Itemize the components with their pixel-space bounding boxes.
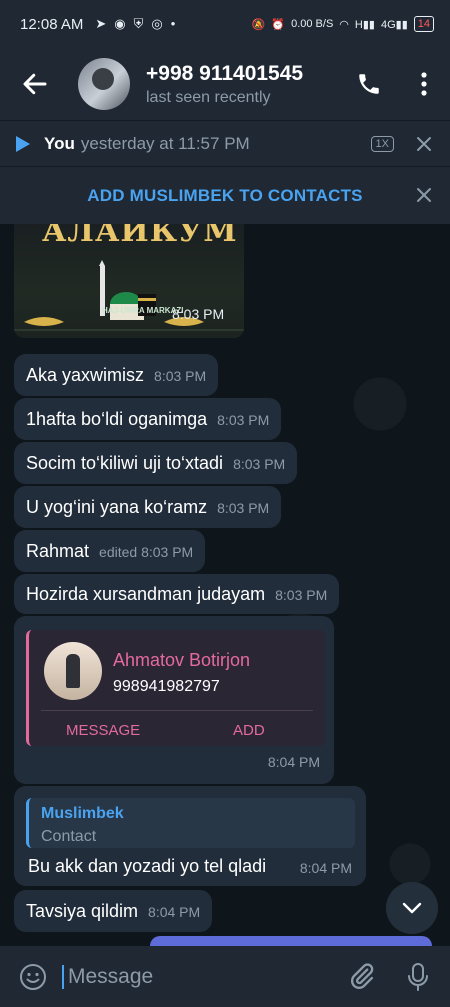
audio-time: yesterday at 11:57 PM bbox=[80, 134, 250, 153]
chat-title-block[interactable]: +998 911401545 last seen recently bbox=[146, 62, 303, 107]
audio-player-bar[interactable]: You yesterday at 11:57 PM 1X bbox=[0, 120, 450, 167]
message-time: 8:03 PM bbox=[154, 368, 207, 384]
message-text: U yog‘ini yana ko‘ramz bbox=[26, 497, 208, 517]
quoted-text: Contact bbox=[41, 828, 97, 845]
message-time: 8:03 PM bbox=[233, 456, 286, 472]
microphone-icon[interactable] bbox=[406, 962, 430, 992]
battery-indicator: 14 bbox=[413, 16, 434, 32]
message-input[interactable]: Message bbox=[62, 964, 153, 989]
message-bubble[interactable]: Tavsiya qildim 8:04 PM bbox=[14, 890, 213, 932]
shield-icon: ⛨ bbox=[133, 16, 144, 31]
chat-header: +998 911401545 last seen recently bbox=[0, 48, 450, 120]
message-text: Aka yaxwimisz bbox=[26, 365, 145, 385]
phone-call-icon[interactable] bbox=[356, 71, 382, 97]
wifi-icon: ◠ bbox=[339, 18, 349, 31]
alarm-icon: ⏰ bbox=[271, 18, 286, 31]
net-speed: 0.00 B/S bbox=[291, 18, 334, 30]
signal-4g-icon: 4G▮▮ bbox=[380, 18, 408, 31]
message-time: 8:04 PM bbox=[267, 754, 320, 770]
add-to-contacts-bar: ADD MUSLIMBEK TO CONTACTS bbox=[0, 166, 450, 225]
shared-contact-card[interactable]: Ahmatov Botirjon 998941982797 MESSAGE AD… bbox=[26, 630, 325, 746]
quoted-message[interactable]: Muslimbek Contact bbox=[26, 798, 355, 848]
message-bubble[interactable]: Hozirda xursandman judayam 8:03 PM bbox=[14, 574, 340, 614]
status-time: 12:08 AM bbox=[20, 15, 84, 33]
instagram-icon: ◎ bbox=[151, 16, 163, 31]
notification-icons: ➤ ◉ ⛨ ◎ • bbox=[95, 16, 175, 32]
shared-contact-avatar bbox=[44, 642, 102, 700]
shared-contact-message[interactable]: Ahmatov Botirjon 998941982797 MESSAGE AD… bbox=[14, 616, 334, 784]
message-text: Rahmat bbox=[26, 541, 90, 561]
attach-paperclip-icon[interactable] bbox=[348, 962, 376, 990]
mosque-illustration bbox=[14, 260, 244, 331]
back-arrow-icon[interactable] bbox=[20, 69, 50, 99]
status-bar: 12:08 AM ➤ ◉ ⛨ ◎ • 🔕 ⏰ 0.00 B/S ◠ H▮▮ 4G… bbox=[0, 0, 450, 48]
scroll-to-bottom-button[interactable] bbox=[386, 882, 438, 934]
last-seen-status: last seen recently bbox=[146, 88, 271, 106]
add-contact-button[interactable]: ADD bbox=[233, 722, 265, 739]
image-message[interactable]: АЛАЙКУМ HAJ-UMRA MARKAZI 8:03 PM bbox=[14, 224, 244, 338]
shared-contact-name: Ahmatov Botirjon bbox=[113, 650, 251, 670]
shared-contact-phone: 998941982797 bbox=[113, 678, 220, 695]
divider bbox=[41, 710, 313, 711]
message-contact-button[interactable]: MESSAGE bbox=[66, 722, 140, 739]
message-bubble[interactable]: Socim to‘kiliwi uji to‘xtadi 8:03 PM bbox=[14, 442, 298, 484]
signal-icon: H▮▮ bbox=[354, 18, 375, 31]
audio-author: You bbox=[44, 134, 75, 153]
message-bubble[interactable]: U yog‘ini yana ko‘ramz 8:03 PM bbox=[14, 486, 282, 528]
message-time: 8:03 PM bbox=[275, 587, 328, 603]
message-bubble[interactable]: Aka yaxwimisz 8:03 PM bbox=[14, 354, 219, 396]
message-time: 8:04 PM bbox=[299, 860, 352, 876]
reply-message[interactable]: Muslimbek Contact Bu akk dan yozadi yo t… bbox=[14, 786, 366, 886]
message-time: 8:03 PM bbox=[172, 306, 225, 322]
contact-avatar[interactable] bbox=[78, 58, 130, 110]
more-options-icon[interactable] bbox=[420, 71, 428, 97]
message-time: 8:03 PM bbox=[217, 412, 270, 428]
message-bubble[interactable]: 1hafta bo‘ldi oganimga 8:03 PM bbox=[14, 398, 282, 440]
quoted-author: Muslimbek bbox=[41, 805, 124, 822]
message-text: Hozirda xursandman judayam bbox=[26, 584, 266, 604]
dot-icon: • bbox=[170, 16, 176, 31]
close-audio-icon[interactable] bbox=[416, 136, 432, 152]
play-icon[interactable] bbox=[16, 136, 30, 152]
message-text: Bu akk dan yozadi yo tel qladi bbox=[28, 856, 267, 876]
add-to-contacts-button[interactable]: ADD MUSLIMBEK TO CONTACTS bbox=[87, 186, 362, 206]
telegram-icon: ➤ bbox=[95, 16, 107, 31]
playback-speed-button[interactable]: 1X bbox=[370, 136, 394, 152]
message-time: 8:04 PM bbox=[148, 904, 201, 920]
outgoing-message-edge bbox=[150, 936, 432, 946]
message-time: edited 8:03 PM bbox=[99, 544, 194, 560]
message-list[interactable]: АЛАЙКУМ HAJ-UMRA MARKAZI 8:03 PM Aka yax… bbox=[0, 224, 450, 946]
messenger-icon: ◉ bbox=[114, 16, 126, 31]
message-text: Tavsiya qildim bbox=[26, 901, 139, 921]
message-time: 8:03 PM bbox=[217, 500, 270, 516]
image-title-text: АЛАЙКУМ bbox=[42, 224, 238, 249]
message-text: 1hafta bo‘ldi oganimga bbox=[26, 409, 208, 429]
system-icons: 🔕 ⏰ 0.00 B/S ◠ H▮▮ 4G▮▮ 14 bbox=[252, 16, 434, 32]
message-bubble[interactable]: Rahmat edited 8:03 PM bbox=[14, 530, 206, 572]
close-add-contact-icon[interactable] bbox=[416, 187, 432, 203]
chat-title: +998 911401545 bbox=[146, 61, 304, 85]
chevron-down-icon bbox=[402, 902, 422, 914]
message-composer: Message bbox=[0, 946, 450, 1007]
message-text: Socim to‘kiliwi uji to‘xtadi bbox=[26, 453, 224, 473]
mute-icon: 🔕 bbox=[251, 18, 266, 31]
emoji-icon[interactable] bbox=[18, 962, 48, 992]
